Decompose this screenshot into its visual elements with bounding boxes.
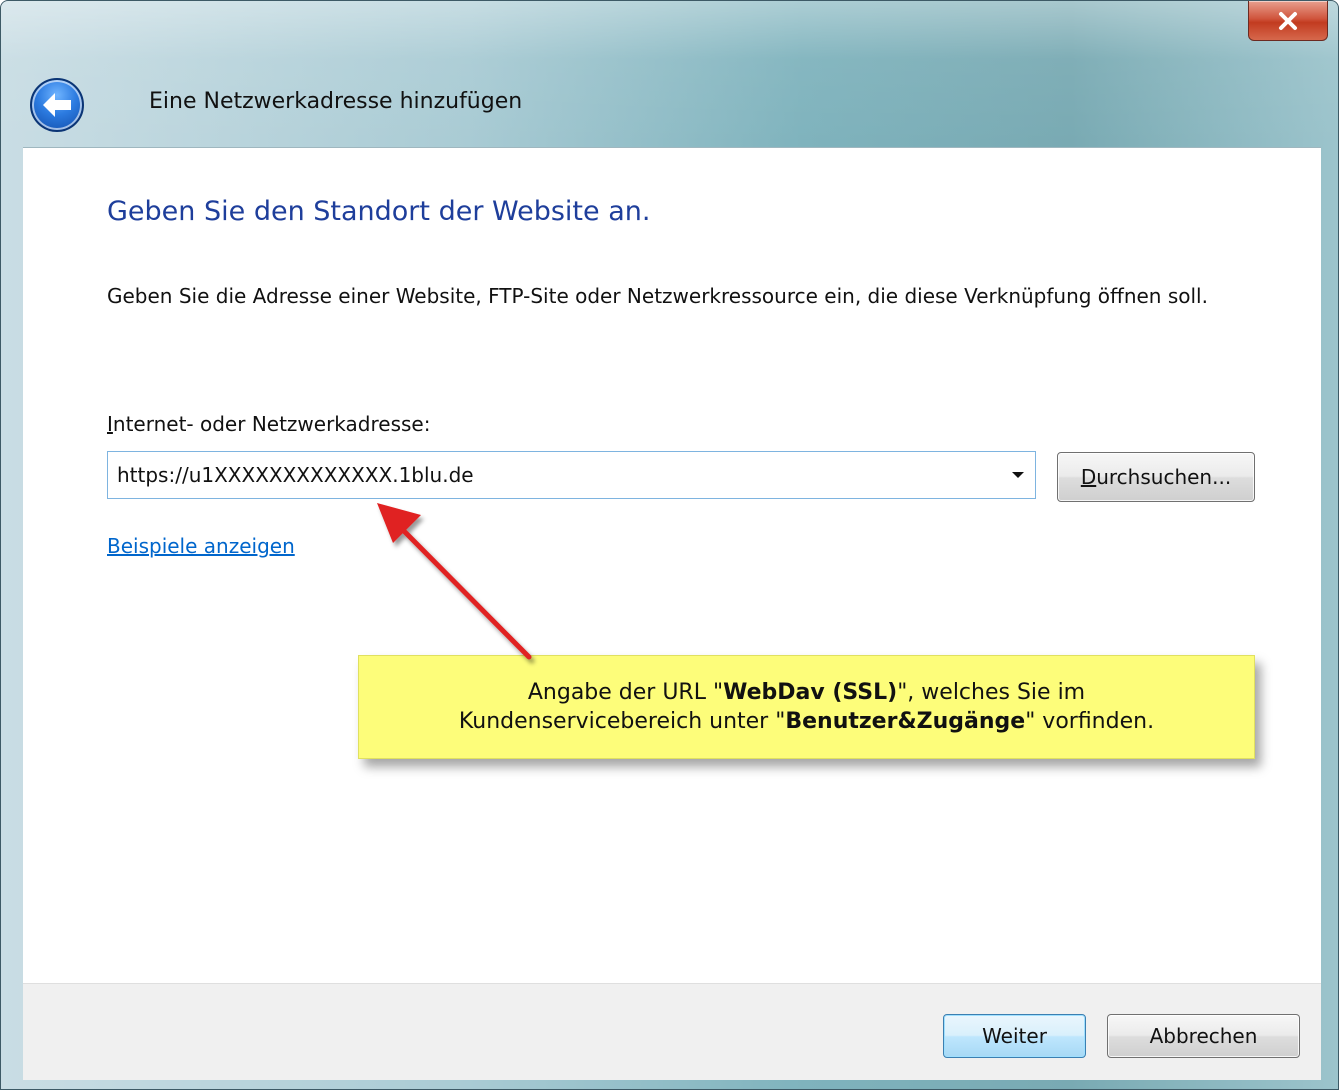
next-button[interactable]: Weiter — [943, 1014, 1086, 1058]
annotation-arrow-icon — [377, 503, 532, 660]
dialog-window: Eine Netzwerkadresse hinzufügen Geben Si… — [0, 0, 1339, 1090]
cancel-button[interactable]: Abbrechen — [1107, 1014, 1300, 1058]
